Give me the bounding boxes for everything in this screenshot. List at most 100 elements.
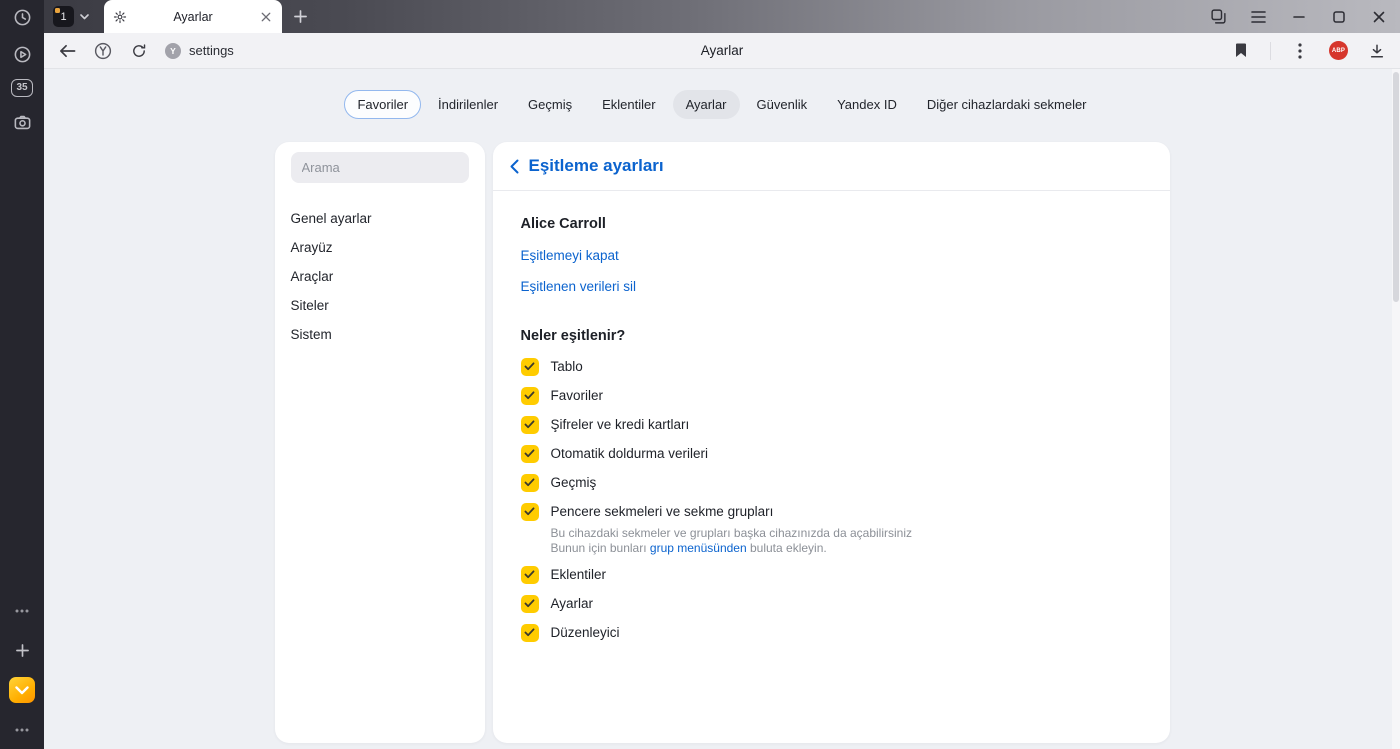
tab-panels-icon[interactable] [1210, 8, 1227, 25]
note-line2-prefix: Bunun için bunları [550, 541, 650, 555]
more-apps-icon[interactable] [10, 599, 34, 623]
checkbox-otomatik-doldurma[interactable] [520, 444, 539, 463]
downloads-icon[interactable] [1367, 41, 1387, 61]
sync-settings-body: Alice Carroll Eşitlemeyi kapat Eşitlenen… [493, 191, 1170, 647]
sidebar-item-sistem[interactable]: Sistem [291, 320, 469, 349]
sync-item-row[interactable]: Pencere sekmeleri ve sekme grupları [520, 497, 774, 526]
sync-item-row[interactable]: Düzenleyici [520, 618, 620, 647]
browser-main-column: 1 Ayarlar Y settings Ayarlar ABP Favoril… [44, 0, 1400, 749]
sidebar-item-araclar[interactable]: Araçlar [291, 262, 469, 291]
tab-favoriler[interactable]: Favoriler [344, 90, 422, 119]
note-line2: Bunun için bunları grup menüsünden bulut… [551, 541, 1142, 556]
checkbox-favoriler[interactable] [520, 386, 539, 405]
checkbox-label: Geçmiş [550, 475, 597, 490]
play-media-icon[interactable] [10, 42, 34, 66]
minimize-icon[interactable] [1290, 8, 1307, 25]
browser-menu-icon[interactable] [1250, 8, 1267, 25]
sync-item-row[interactable]: Otomatik doldurma verileri [520, 439, 709, 468]
checkbox-label: Tablo [550, 359, 583, 374]
refresh-icon[interactable] [129, 41, 149, 61]
settings-search-input[interactable] [290, 152, 469, 183]
sync-item-row[interactable]: Ayarlar [520, 589, 594, 618]
settings-sidebar-card: Genel ayarlar Arayüz Araçlar Siteler Sis… [274, 142, 485, 743]
page-title: Eşitleme ayarları [528, 156, 664, 175]
settings-gear-icon [113, 10, 127, 24]
address-bar-text[interactable]: settings [189, 43, 234, 58]
checkbox-duzenleyici[interactable] [520, 623, 539, 642]
add-panel-plus-icon[interactable] [10, 638, 34, 662]
checkbox-pencere-sekmeleri[interactable] [520, 502, 539, 521]
history-clock-icon[interactable] [10, 5, 34, 29]
tab-diger-cihazlar[interactable]: Diğer cihazlardaki sekmeler [914, 90, 1100, 119]
rail-menu-dots-icon[interactable] [10, 718, 34, 742]
adblock-plus-badge[interactable]: ABP [1329, 41, 1348, 60]
sync-settings-card: Eşitleme ayarları Alice Carroll Eşitleme… [492, 142, 1170, 743]
checkbox-label: Favoriler [550, 388, 604, 403]
tab-close-icon[interactable] [259, 10, 273, 24]
sync-item-row[interactable]: Tablo [520, 352, 583, 381]
new-tab-button[interactable] [294, 10, 307, 23]
account-name: Alice Carroll [520, 216, 606, 232]
sidebar-item-genel-ayarlar[interactable]: Genel ayarlar [291, 204, 469, 233]
note-line1: Bu cihazdaki sekmeler ve grupları başka … [550, 526, 913, 540]
checkbox-label: Düzenleyici [550, 625, 620, 640]
checkbox-ayarlar[interactable] [520, 594, 539, 613]
sync-item-row[interactable]: Favoriler [520, 381, 604, 410]
checkbox-sifreler[interactable] [520, 415, 539, 434]
omnibox-page-title: Ayarlar [700, 43, 744, 58]
tab-yandex-id[interactable]: Yandex ID [824, 90, 910, 119]
back-button[interactable] [57, 41, 77, 61]
tab-guvenlik[interactable]: Güvenlik [744, 90, 821, 119]
tab-eklentiler[interactable]: Eklentiler [589, 90, 668, 119]
scrollbar-thumb[interactable] [1393, 72, 1399, 302]
active-tab[interactable]: Ayarlar [104, 0, 282, 33]
delete-synced-data-link[interactable]: Eşitlenen verileri sil [521, 279, 637, 294]
checkbox-tablo[interactable] [520, 357, 539, 376]
maximize-icon[interactable] [1330, 8, 1347, 25]
tab-counter-badge[interactable]: 35 [11, 79, 33, 97]
side-rail: 35 [0, 0, 44, 749]
tab-list-caret-icon[interactable] [80, 13, 89, 20]
tab-bar: 1 Ayarlar [44, 0, 1400, 33]
sync-item-row[interactable]: Geçmiş [520, 468, 597, 497]
yandex-mail-icon[interactable] [9, 677, 35, 703]
checkbox-label: Otomatik doldurma verileri [550, 446, 709, 461]
settings-section-list: Genel ayarlar Arayüz Araçlar Siteler Sis… [291, 204, 469, 349]
toolbar-separator [1270, 41, 1271, 60]
settings-cards: Genel ayarlar Arayüz Araçlar Siteler Sis… [44, 142, 1400, 743]
what-syncs-heading: Neler eşitlenir? [520, 328, 626, 344]
window-controls [1210, 8, 1400, 25]
checkbox-label: Eklentiler [550, 567, 607, 582]
note-line2-suffix: buluta ekleyin. [746, 541, 827, 555]
checkbox-eklentiler[interactable] [520, 565, 539, 584]
tab-group-tile[interactable]: 1 [53, 6, 74, 27]
group-menu-link[interactable]: grup menüsünden [650, 541, 747, 555]
tab-ayarlar[interactable]: Ayarlar [672, 90, 740, 119]
tab-gecmis[interactable]: Geçmiş [515, 90, 585, 119]
sidebar-item-arayuz[interactable]: Arayüz [291, 233, 469, 262]
yandex-protect-icon[interactable] [93, 41, 113, 61]
back-chevron-icon[interactable] [508, 157, 521, 176]
settings-top-nav: Favoriler İndirilenler Geçmiş Eklentiler… [44, 69, 1400, 119]
checkbox-label: Şifreler ve kredi kartları [550, 417, 690, 432]
checkbox-label: Ayarlar [550, 596, 594, 611]
tab-indirilenler[interactable]: İndirilenler [425, 90, 511, 119]
sync-items-list: Tablo Favoriler Şifreler ve kredi kartla… [520, 352, 1142, 647]
screenshot-camera-icon[interactable] [10, 110, 34, 134]
disable-sync-link[interactable]: Eşitlemeyi kapat [521, 248, 619, 263]
checkbox-gecmis[interactable] [520, 473, 539, 492]
page-favicon: Y [165, 42, 181, 59]
bookmark-icon[interactable] [1231, 41, 1251, 61]
side-rail-top: 35 [10, 5, 34, 134]
sync-item-row[interactable]: Şifreler ve kredi kartları [520, 410, 690, 439]
sidebar-item-siteler[interactable]: Siteler [291, 291, 469, 320]
toolbar-right-group: ABP [1231, 41, 1387, 61]
side-rail-bottom [9, 599, 35, 742]
settings-page: Favoriler İndirilenler Geçmiş Eklentiler… [44, 69, 1400, 749]
tabs-sync-note: Bu cihazdaki sekmeler ve grupları başka … [551, 526, 1142, 556]
close-window-icon[interactable] [1370, 8, 1387, 25]
toolbar: Y settings Ayarlar ABP [44, 33, 1400, 69]
sync-item-row[interactable]: Eklentiler [520, 560, 607, 589]
extensions-kebab-icon[interactable] [1290, 41, 1310, 61]
checkbox-label: Pencere sekmeleri ve sekme grupları [550, 504, 774, 519]
